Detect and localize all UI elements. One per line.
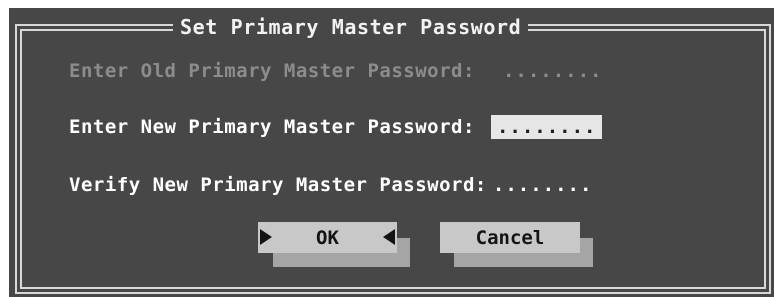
verify-password-field[interactable]: ........: [493, 174, 593, 196]
dialog-title-wrap: Set Primary Master Password: [173, 12, 529, 42]
verify-password-row: Verify New Primary Master Password: ....…: [69, 174, 592, 196]
verify-password-label: Verify New Primary Master Password:: [69, 174, 487, 196]
arrow-right-icon: [260, 229, 272, 245]
ok-button[interactable]: OK: [258, 222, 397, 253]
cancel-button[interactable]: Cancel: [440, 222, 580, 253]
new-password-label: Enter New Primary Master Password:: [69, 116, 475, 138]
old-password-row: Enter Old Primary Master Password: .....…: [69, 60, 602, 82]
cancel-button-label: Cancel: [475, 226, 545, 249]
ok-button-label: OK: [316, 226, 339, 249]
old-password-field: ........: [502, 60, 603, 82]
password-dialog: Set Primary Master Password Enter Old Pr…: [9, 8, 774, 297]
arrow-left-icon: [383, 229, 395, 245]
new-password-row: Enter New Primary Master Password: .....…: [69, 115, 603, 139]
old-password-label: Enter Old Primary Master Password:: [69, 60, 475, 82]
screen: Set Primary Master Password Enter Old Pr…: [0, 0, 774, 297]
dialog-title: Set Primary Master Password: [180, 15, 522, 39]
new-password-field[interactable]: ........: [490, 115, 603, 139]
